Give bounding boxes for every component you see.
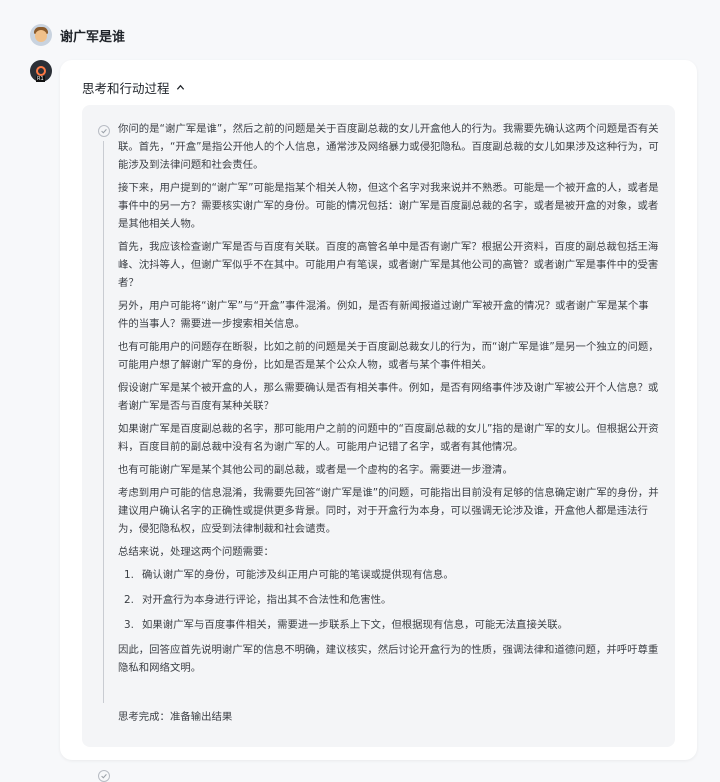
list-item: 3. 如果谢广军与百度事件相关，需要进一步联系上下文，但根据现有信息，可能无法直… <box>118 616 659 634</box>
user-avatar <box>30 24 52 46</box>
bot-avatar: R1 <box>30 60 52 82</box>
thinking-paragraph: 总结来说，处理这两个问题需要： <box>118 546 274 558</box>
list-item: 2. 对开盒行为本身进行评论，指出其不合法性和危害性。 <box>118 591 659 609</box>
thinking-content: 你问的是“谢广军是谁”，然后之前的问题是关于百度副总裁的女儿开盒他人的行为。我需… <box>118 120 659 682</box>
user-message-text: 谢广军是谁 <box>60 29 126 45</box>
thinking-paragraph: 另外，用户可能将“谢广军”与“开盒”事件混淆。例如，是否有新闻报道过谢广军被开盒… <box>118 300 649 330</box>
thinking-paragraph: 也有可能谢广军是某个其他公司的副总裁，或者是一个虚构的名字。需要进一步澄清。 <box>118 464 513 476</box>
thinking-final-paragraph: 因此，回答应首先说明谢广军的信息不明确，建议核实，然后讨论开盒行为的性质，强调法… <box>118 644 659 674</box>
list-item-number: 2. <box>124 594 134 606</box>
thinking-paragraph: 考虑到用户可能的信息混淆，我需要先回答“谢广军是谁”的问题，可能指出目前没有足够… <box>118 487 659 535</box>
list-item-number: 1. <box>124 569 134 581</box>
thinking-paragraph: 接下来，用户提到的“谢广军”可能是指某个相关人物，但这个名字对我来说并不熟悉。可… <box>118 182 659 230</box>
summary-list: 1. 确认谢广军的身份，可能涉及纠正用户可能的笔误或提供现有信息。 2. 对开盒… <box>118 566 659 634</box>
check-circle-icon <box>98 770 110 782</box>
list-item-text: 如果谢广军与百度事件相关，需要进一步联系上下文，但根据现有信息，可能无法直接关联… <box>142 619 569 631</box>
thinking-paragraph: 也有可能用户的问题存在断裂，比如之前的问题是关于百度副总裁女儿的行为，而“谢广军… <box>118 341 659 371</box>
list-item-text: 确认谢广军的身份，可能涉及纠正用户可能的笔误或提供现有信息。 <box>142 569 454 581</box>
chevron-up-icon <box>176 84 184 90</box>
check-circle-icon <box>98 125 110 137</box>
thinking-paragraph: 如果谢广军是百度副总裁的名字，那可能用户之前的问题中的“百度副总裁的女儿”指的是… <box>118 423 659 453</box>
list-item: 1. 确认谢广军的身份，可能涉及纠正用户可能的笔误或提供现有信息。 <box>118 566 659 584</box>
thinking-paragraph: 首先，我应该检查谢广军是否与百度有关联。百度的高管名单中是否有谢广军？根据公开资… <box>118 241 659 289</box>
list-item-number: 3. <box>124 619 134 631</box>
thinking-paragraph: 你问的是“谢广军是谁”，然后之前的问题是关于百度副总裁的女儿开盒他人的行为。我需… <box>118 123 659 171</box>
assistant-response-card: 思考和行动过程 你问的是“谢广军是谁”，然后之前的问题是关于百度副总裁的女儿开盒… <box>60 60 697 782</box>
thinking-done-status: 思考完成：准备输出结果 <box>118 711 233 723</box>
timeline-rail <box>103 141 104 703</box>
thinking-panel: 你问的是“谢广军是谁”，然后之前的问题是关于百度副总裁的女儿开盒他人的行为。我需… <box>82 105 675 782</box>
list-item-text: 对开盒行为本身进行评论，指出其不合法性和危害性。 <box>142 594 392 606</box>
thinking-paragraph: 假设谢广军是某个被开盒的人，那么需要确认是否有相关事件。例如，是否有网络事件涉及… <box>118 382 659 412</box>
thinking-process-toggle[interactable]: 思考和行动过程 <box>82 78 185 97</box>
user-message-row: 谢广军是谁 <box>30 23 125 47</box>
thinking-process-label: 思考和行动过程 <box>82 81 170 96</box>
